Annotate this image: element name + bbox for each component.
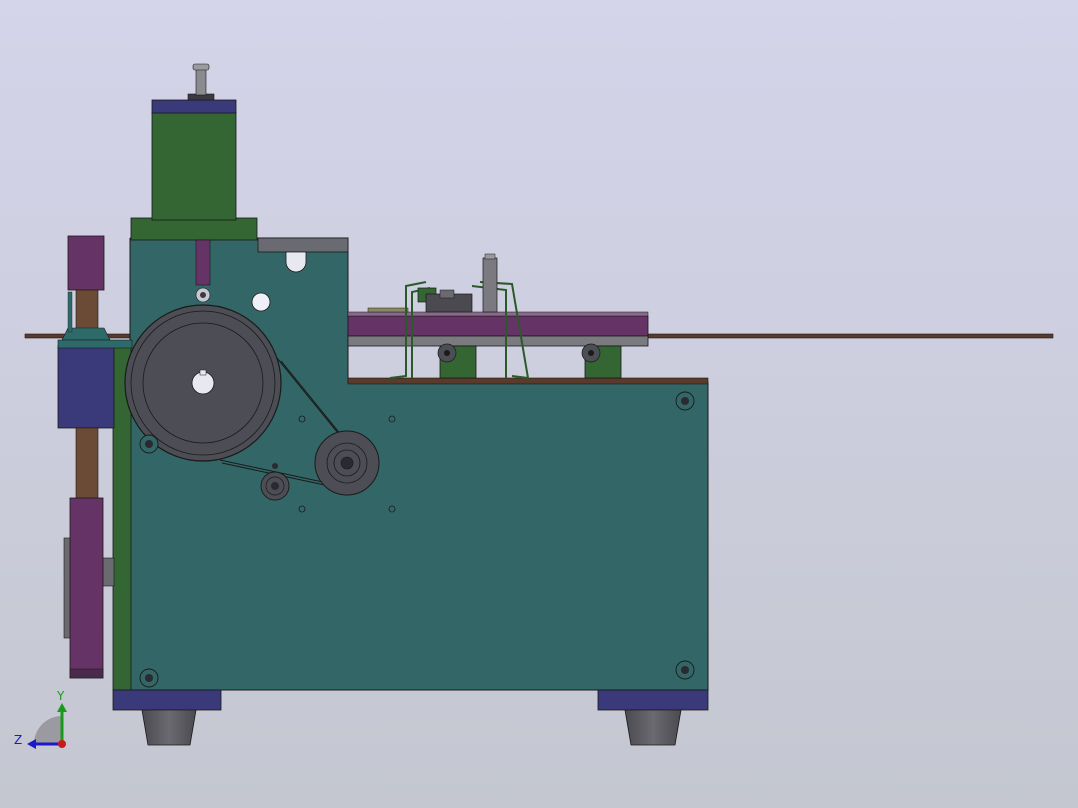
rail-support-right — [581, 343, 622, 379]
top-plate — [257, 237, 349, 253]
y-axis-label: Y — [56, 689, 65, 703]
rail-support-left — [437, 343, 477, 379]
slot-cutout — [285, 251, 307, 273]
idler-bolt — [272, 463, 278, 469]
z-axis-label: Z — [14, 733, 22, 747]
hole — [251, 292, 271, 312]
cad-viewport[interactable]: Y Z — [0, 0, 1078, 808]
foot-right — [624, 709, 682, 746]
small-pulley — [314, 430, 380, 496]
base-block-left — [112, 689, 222, 711]
feed-rail — [347, 307, 649, 347]
idler-pulley — [260, 471, 290, 501]
cad-canvas[interactable]: Y Z — [0, 0, 1078, 808]
foot-left — [141, 709, 197, 746]
base-block-right — [597, 689, 709, 711]
